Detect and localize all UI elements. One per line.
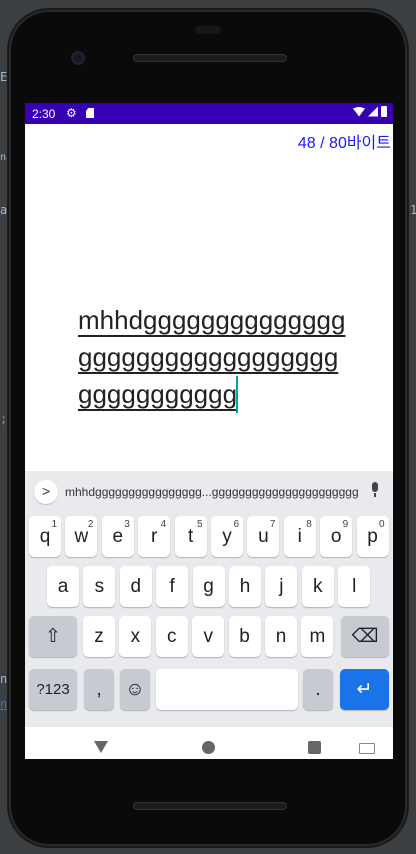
key-j[interactable]: j [265,566,298,607]
microphone-icon[interactable] [370,482,380,497]
key-hint: 8 [306,519,312,530]
navigation-bar [25,727,393,759]
key-y[interactable]: y6 [211,516,243,557]
key-e[interactable]: e3 [101,516,134,557]
key-a[interactable]: a [47,566,79,607]
symbols-key[interactable]: ?123 [29,669,77,710]
key-label: t [187,526,194,547]
bottom-speaker [133,802,287,810]
text-cursor [236,376,239,413]
space-key[interactable] [156,669,298,710]
period-key[interactable]: . [303,669,333,710]
emoji-key[interactable]: ☺ [120,669,150,710]
key-u[interactable]: u7 [247,516,280,557]
key-t[interactable]: t5 [174,516,207,557]
status-icons [353,106,387,117]
key-hint: 3 [124,519,130,530]
shift-key[interactable]: ⇧ [29,616,77,657]
text-input-value: mhhdgggggggggggggggggggggggggggggggggggg… [78,305,346,409]
key-q[interactable]: q1 [29,516,61,557]
chevron-right-icon[interactable]: > [34,480,58,504]
key-hint: 4 [160,519,167,530]
key-label: y [222,526,232,547]
ide-fragment: 1 [410,203,416,217]
comma-key[interactable]: , [84,669,114,710]
key-w[interactable]: w2 [65,516,98,557]
key-label: e [112,526,124,547]
key-c[interactable]: c [155,616,188,657]
key-o[interactable]: o9 [320,516,353,557]
ide-fragment: ; [0,412,8,426]
key-hint: 9 [342,519,349,530]
key-v[interactable]: v [192,616,225,657]
key-x[interactable]: x [119,616,152,657]
byte-counter: 48 / 80바이트 [297,135,391,152]
key-r[interactable]: r4 [138,516,171,557]
home-icon[interactable] [202,741,215,754]
key-b[interactable]: b [228,616,261,657]
key-s[interactable]: s [83,566,116,607]
ide-fragment: n [0,672,8,686]
earpiece-speaker [133,54,287,62]
front-camera [71,51,85,65]
key-label: o [330,526,342,547]
key-label: r [151,526,158,547]
wifi-icon [353,106,365,117]
sd-card-icon [86,108,94,118]
key-label: i [297,526,302,547]
signal-icon [368,106,378,117]
key-label: w [74,526,89,547]
recent-apps-icon[interactable] [308,741,321,754]
ide-fragment: E [0,70,8,84]
key-f[interactable]: f [156,566,189,607]
text-input[interactable]: mhhdgggggggggggggggggggggggggggggggggggg… [78,302,348,413]
key-z[interactable]: z [83,616,115,657]
device-frame: 2:30 ⚙ 48 / 80바이트 mhhdgggggggggggggggggg… [9,10,407,846]
key-p[interactable]: p0 [356,516,389,557]
key-k[interactable]: k [301,566,334,607]
status-time: 2:30 [32,107,56,121]
status-bar: 2:30 ⚙ [25,103,393,124]
key-hint: 1 [51,519,57,530]
key-hint: 2 [87,519,94,530]
key-d[interactable]: d [119,566,152,607]
suggestion-item[interactable]: mhhdgggggggggggggggg...ggggggggggggggggg… [65,485,359,499]
key-i[interactable]: i8 [283,516,316,557]
back-icon[interactable] [94,741,108,753]
suggestion-strip: > mhhdgggggggggggggggg...ggggggggggggggg… [25,471,393,509]
proximity-sensor [195,26,221,34]
enter-key[interactable]: ↵ [340,669,389,710]
key-label: q [39,526,51,547]
key-n[interactable]: n [265,616,297,657]
key-hint: 7 [269,519,276,530]
key-label: u [258,526,269,547]
key-g[interactable]: g [192,566,225,607]
battery-icon [381,106,387,117]
backspace-key[interactable]: ⌫ [341,616,389,657]
device-screen: 2:30 ⚙ 48 / 80바이트 mhhdgggggggggggggggggg… [25,103,393,759]
gear-icon: ⚙ [66,106,77,120]
key-hint: 0 [379,519,385,530]
keyboard-switch-icon[interactable] [359,743,375,754]
key-m[interactable]: m [301,616,334,657]
key-hint: 5 [197,519,203,530]
key-label: p [367,526,378,547]
ide-link[interactable]: n [0,697,7,711]
key-l[interactable]: l [338,566,371,607]
key-hint: 6 [233,519,239,530]
key-h[interactable]: h [229,566,261,607]
soft-keyboard: > mhhdgggggggggggggggg...ggggggggggggggg… [25,471,393,727]
